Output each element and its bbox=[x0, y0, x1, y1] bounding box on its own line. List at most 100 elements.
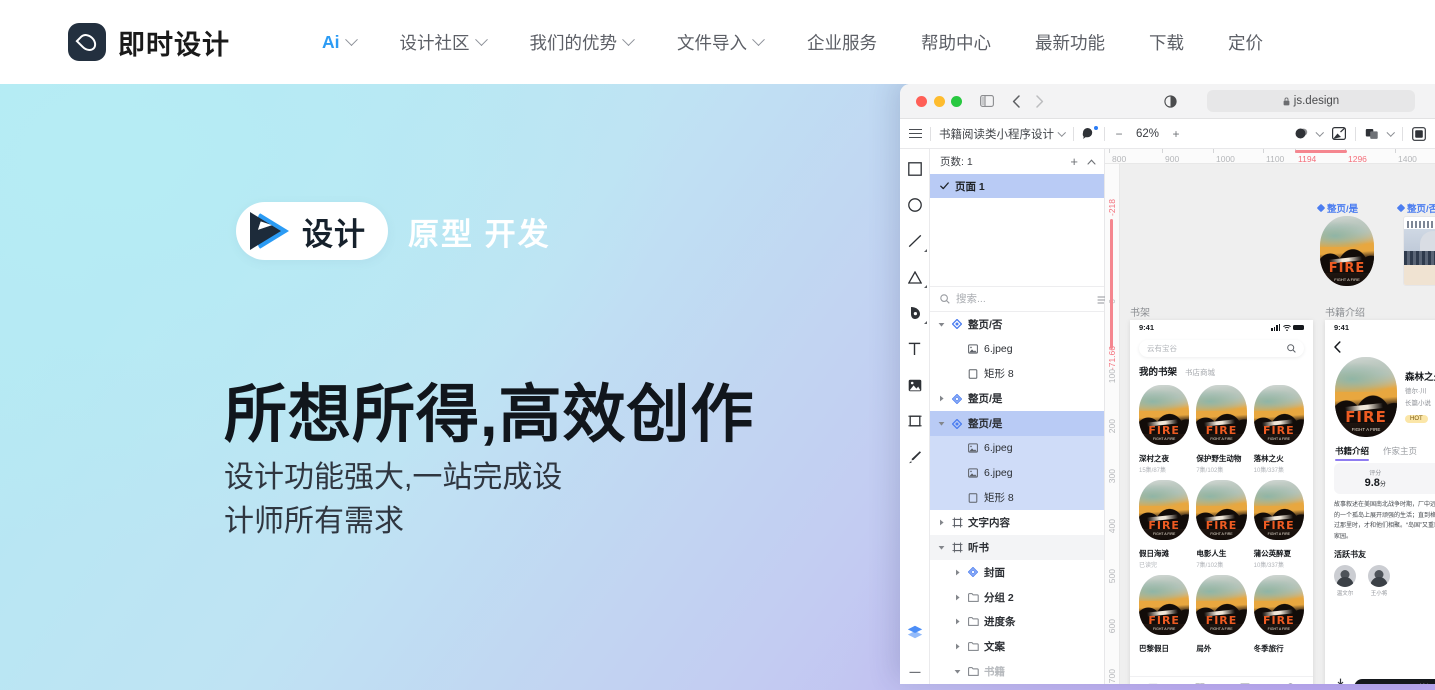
pen-tool-icon[interactable] bbox=[905, 303, 927, 324]
brush-tool-icon[interactable] bbox=[905, 447, 925, 467]
book-card[interactable]: FIRE FIGHT A FIRE 蒲公英醉夏 10集/337集 bbox=[1253, 480, 1304, 569]
layer-expand-caret[interactable] bbox=[938, 544, 946, 551]
tab-my-shelf[interactable]: 我的书架 bbox=[1139, 364, 1177, 378]
layer-row[interactable]: 分组 2 bbox=[930, 585, 1104, 610]
chevron-down-icon[interactable] bbox=[1386, 128, 1395, 136]
fill-style-icon[interactable] bbox=[1295, 127, 1308, 140]
layer-expand-caret[interactable] bbox=[954, 569, 962, 576]
nav-item-1[interactable]: Ai bbox=[322, 32, 358, 53]
document-name-dropdown[interactable]: 书籍阅读类小程序设计 bbox=[939, 126, 1066, 142]
grid-icon[interactable] bbox=[1194, 683, 1206, 684]
address-bar[interactable]: js.design bbox=[1207, 90, 1415, 112]
layer-search-box[interactable] bbox=[930, 286, 1108, 312]
canvas-viewport[interactable]: 整页/是 整页/否 FIRE FIGHT A FIRE 书架 书籍介绍 9:41… bbox=[1120, 164, 1435, 684]
zoom-in-button[interactable]: + bbox=[1170, 127, 1183, 140]
layer-row[interactable]: 书籍 bbox=[930, 659, 1104, 684]
shelf-search-field[interactable]: 云有宝谷 bbox=[1139, 340, 1304, 357]
user-icon[interactable] bbox=[1285, 682, 1296, 684]
back-arrow-icon[interactable] bbox=[1334, 341, 1435, 353]
tab-book-intro[interactable]: 书籍介绍 bbox=[1335, 445, 1370, 461]
layer-row[interactable]: 整页/是 bbox=[930, 386, 1104, 411]
nav-item-5[interactable]: 企业服务 bbox=[807, 30, 877, 55]
layer-row[interactable]: 整页/是 bbox=[930, 411, 1104, 436]
book-card[interactable]: FIRE FIGHT A FIRE 局外 bbox=[1196, 575, 1247, 655]
book-card[interactable]: FIRE FIGHT A FIRE 落林之火 10集/337集 bbox=[1253, 385, 1304, 474]
download-button[interactable]: 下载 bbox=[1334, 678, 1346, 684]
layer-expand-caret[interactable] bbox=[938, 420, 946, 427]
minimize-window-button[interactable] bbox=[933, 95, 945, 107]
layer-row[interactable]: 6.jpeg bbox=[930, 337, 1104, 362]
search-input[interactable] bbox=[956, 293, 1091, 305]
search-icon[interactable] bbox=[1287, 344, 1296, 353]
boolean-ops-icon[interactable] bbox=[1365, 127, 1379, 140]
layer-expand-caret[interactable] bbox=[954, 643, 962, 650]
layer-row[interactable]: 整页/否 bbox=[930, 312, 1104, 337]
layer-row[interactable]: 6.jpeg bbox=[930, 435, 1104, 461]
layer-expand-caret[interactable] bbox=[954, 594, 962, 601]
layer-row[interactable]: 矩形 8 bbox=[930, 362, 1104, 387]
tab-author-page[interactable]: 作家主页 bbox=[1383, 445, 1417, 457]
book-card[interactable]: FIRE FIGHT A FIRE 电影人生 7集/102集 bbox=[1196, 480, 1247, 569]
window-controls[interactable] bbox=[916, 95, 962, 107]
book-card[interactable]: FIRE FIGHT A FIRE 深村之夜 15集/87集 bbox=[1139, 385, 1190, 474]
nav-item-3[interactable]: 我们的优势 bbox=[530, 30, 635, 55]
reader-contrast-icon[interactable] bbox=[1164, 94, 1177, 108]
sidebar-toggle-icon[interactable] bbox=[980, 95, 994, 107]
comment-icon[interactable] bbox=[1082, 126, 1098, 140]
nav-item-2[interactable]: 设计社区 bbox=[400, 30, 488, 55]
book-card[interactable]: FIRE FIGHT A FIRE 冬季旅行 bbox=[1253, 575, 1304, 655]
book-card[interactable]: FIRE FIGHT A FIRE 假日海滩 已读完 bbox=[1139, 480, 1190, 569]
book-cover-thumbnail[interactable]: FIRE FIGHT A FIRE bbox=[1320, 216, 1374, 286]
start-reading-button[interactable]: 开始阅读 bbox=[1354, 678, 1435, 684]
book-icon[interactable] bbox=[1147, 683, 1159, 684]
tab-store[interactable]: 书店商城 bbox=[1185, 367, 1215, 378]
layer-expand-caret[interactable] bbox=[938, 519, 946, 526]
layer-row[interactable]: 封面 bbox=[930, 560, 1104, 585]
layer-row[interactable]: 进度条 bbox=[930, 610, 1104, 635]
frame-tool-icon[interactable] bbox=[905, 411, 925, 431]
layers-panel-icon[interactable] bbox=[905, 622, 925, 642]
layer-expand-caret[interactable] bbox=[938, 321, 946, 328]
book-card[interactable]: FIRE FIGHT A FIRE 巴黎假日 bbox=[1139, 575, 1190, 655]
chevron-down-icon[interactable] bbox=[1315, 128, 1324, 136]
export-icon[interactable] bbox=[1331, 127, 1346, 140]
nav-item-6[interactable]: 帮助中心 bbox=[921, 30, 991, 55]
preview-frame-icon[interactable] bbox=[1412, 126, 1426, 141]
layer-expand-caret[interactable] bbox=[954, 668, 962, 675]
layer-expand-caret[interactable] bbox=[938, 395, 946, 402]
book-card[interactable]: FIRE FIGHT A FIRE 保护野生动物 7集/102集 bbox=[1196, 385, 1247, 474]
nav-item-9[interactable]: 定价 bbox=[1228, 30, 1263, 55]
bookmark-icon[interactable] bbox=[1240, 682, 1250, 684]
nav-item-8[interactable]: 下载 bbox=[1149, 30, 1184, 55]
image-tool-icon[interactable] bbox=[905, 375, 925, 395]
line-tool-icon[interactable] bbox=[905, 231, 927, 252]
phone-mockup-shelf[interactable]: 9:41 云有宝谷 我的书架 书店商城 FIRE FIGHT A FIRE 深村… bbox=[1130, 320, 1313, 684]
friend-item[interactable]: 温文尔 bbox=[1334, 565, 1356, 597]
detail-tabs[interactable]: 书籍介绍 作家主页 bbox=[1335, 445, 1435, 461]
rect-tool-icon[interactable] bbox=[905, 159, 925, 179]
ellipse-tool-icon[interactable] bbox=[905, 195, 925, 215]
brand-logo-group[interactable]: 即时设计 bbox=[68, 23, 230, 62]
collapse-pages-icon[interactable] bbox=[1087, 158, 1096, 165]
layer-row[interactable]: 听书 bbox=[930, 535, 1104, 560]
friend-item[interactable]: 王小将 bbox=[1368, 565, 1390, 597]
phone-mockup-detail[interactable]: 9:41 FIRE FIGHT A FIRE 森林之 德尔·川 长篇小说 HOT… bbox=[1325, 320, 1435, 684]
nav-item-4[interactable]: 文件导入 bbox=[677, 30, 765, 55]
back-arrow-icon[interactable] bbox=[1012, 94, 1021, 108]
nav-item-7[interactable]: 最新功能 bbox=[1035, 30, 1105, 55]
poster-thumbnail[interactable] bbox=[1403, 216, 1435, 286]
polygon-tool-icon[interactable] bbox=[905, 267, 927, 288]
zoom-out-button[interactable]: − bbox=[1113, 127, 1126, 140]
close-window-button[interactable] bbox=[916, 95, 927, 107]
canvas-area[interactable]: 80090010001100119412961400 -2180-71.6610… bbox=[1105, 149, 1435, 684]
main-menu-icon[interactable] bbox=[909, 128, 922, 139]
text-tool-icon[interactable] bbox=[905, 339, 925, 359]
maximize-window-button[interactable] bbox=[951, 95, 962, 107]
layer-row[interactable]: 文字内容 bbox=[930, 510, 1104, 535]
bottom-tab-bar[interactable] bbox=[1130, 676, 1313, 684]
layer-row[interactable]: 矩形 8 bbox=[930, 485, 1104, 511]
page-item-selected[interactable]: 页面 1 bbox=[930, 174, 1104, 198]
shelf-tabs[interactable]: 我的书架 书店商城 bbox=[1139, 364, 1304, 378]
layer-expand-caret[interactable] bbox=[954, 618, 962, 625]
add-page-button[interactable]: + bbox=[1070, 155, 1078, 168]
